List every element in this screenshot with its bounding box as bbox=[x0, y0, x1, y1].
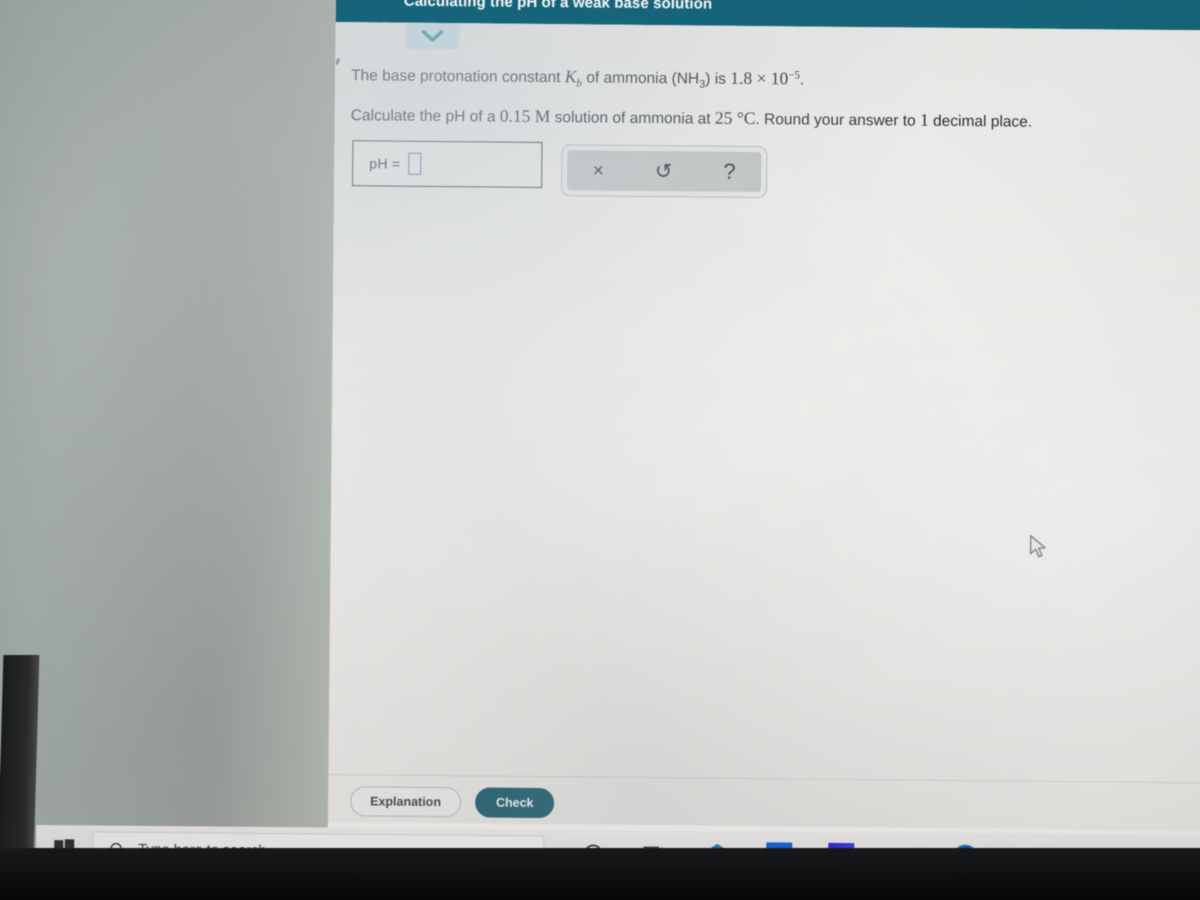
kb-value: 1.8 × 10 bbox=[730, 67, 789, 89]
q2-part4: decimal place. bbox=[928, 112, 1033, 131]
action-bar: Explanation Check bbox=[350, 786, 555, 819]
q1-text-before: The base protonation constant bbox=[351, 67, 565, 87]
question-line-2: Calculate the pH of a 0.15 M solution of… bbox=[351, 104, 1033, 132]
q2-part3: . Round your answer to bbox=[755, 111, 921, 130]
answer-input-box[interactable]: pH = bbox=[352, 140, 543, 188]
photo-of-monitor: Calculating the pH of a weak base soluti… bbox=[0, 0, 1200, 900]
desk-bezel-left bbox=[0, 0, 352, 900]
ph-label: pH = bbox=[369, 155, 401, 172]
answer-toolbar-inner: × ↺ ? bbox=[567, 150, 762, 193]
clear-icon[interactable]: × bbox=[583, 158, 614, 183]
footer-separator bbox=[328, 773, 1200, 784]
kb-exponent: −5 bbox=[788, 69, 801, 82]
monitor-screen: Calculating the pH of a weak base soluti… bbox=[327, 0, 1200, 900]
answer-toolbar: × ↺ ? bbox=[560, 144, 768, 199]
q1-text-after: ) is bbox=[705, 70, 731, 88]
collapse-panel-toggle[interactable] bbox=[405, 22, 460, 50]
temperature-value: 25 °C bbox=[714, 107, 756, 129]
concentration-value: 0.15 M bbox=[499, 105, 551, 127]
question-line-1: The base protonation constant Kb of ammo… bbox=[351, 64, 804, 91]
check-button[interactable]: Check bbox=[474, 787, 555, 819]
mouse-cursor-arrow-icon bbox=[1029, 534, 1046, 558]
ph-answer-input[interactable] bbox=[408, 152, 422, 175]
q1-text-middle: of ammonia (NH bbox=[581, 69, 700, 88]
monitor-bezel-bottom bbox=[0, 848, 1200, 900]
k-symbol: K bbox=[564, 66, 577, 87]
help-icon[interactable]: ? bbox=[713, 158, 746, 186]
q2-part1: Calculate the pH of a bbox=[350, 107, 500, 126]
screen-dust-speck bbox=[335, 57, 341, 66]
decimal-places-value: 1 bbox=[919, 109, 929, 130]
page-title: Calculating the pH of a weak base soluti… bbox=[403, 0, 713, 13]
q2-part2: solution of ammonia at bbox=[550, 109, 715, 128]
explanation-button[interactable]: Explanation bbox=[350, 786, 462, 818]
question-panel: The base protonation constant Kb of ammo… bbox=[327, 21, 1200, 900]
chevron-down-icon bbox=[421, 30, 444, 42]
q1-period: . bbox=[799, 71, 805, 89]
undo-icon[interactable]: ↺ bbox=[645, 157, 683, 184]
